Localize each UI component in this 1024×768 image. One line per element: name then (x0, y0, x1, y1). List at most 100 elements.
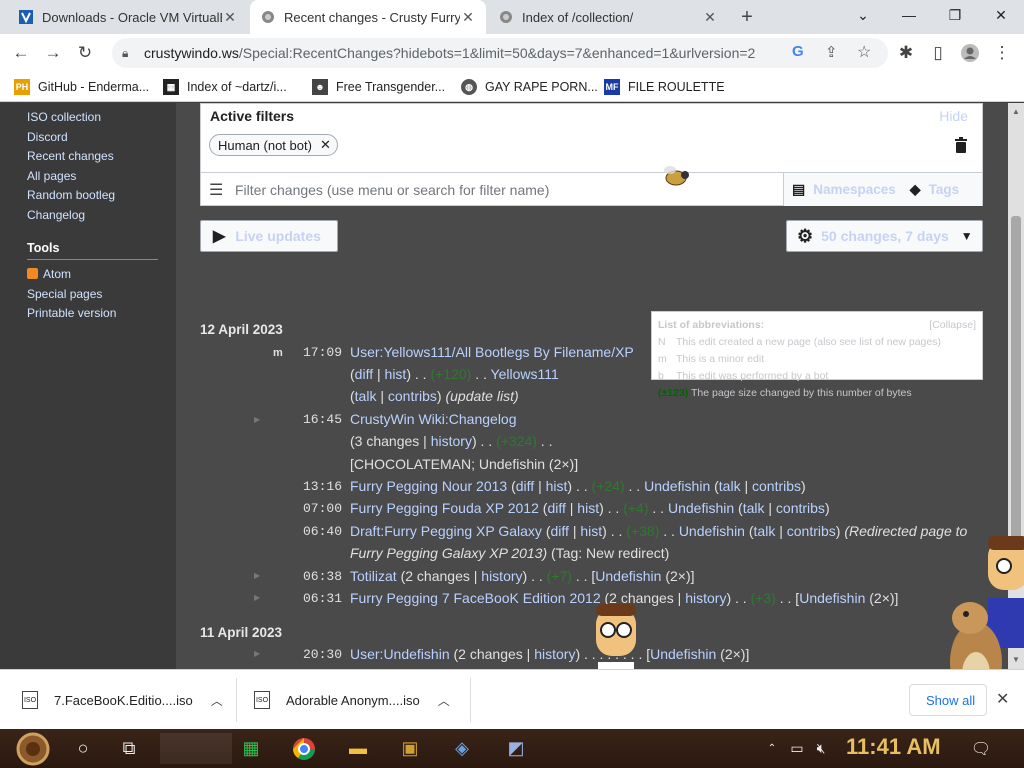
start-button-icon[interactable] (10, 732, 56, 765)
user-link[interactable]: Yellows111 (491, 366, 559, 382)
notifications-icon[interactable]: 🗨︎ (968, 733, 994, 764)
expand-arrow-icon[interactable]: ▶ (254, 415, 260, 424)
sidebar-item-atom[interactable]: Atom (43, 267, 71, 281)
side-panel-icon[interactable]: ▯ (925, 40, 951, 66)
page-link[interactable]: Furry Pegging Fouda XP 2012 (350, 500, 539, 516)
remove-filter-icon[interactable]: ✕ (320, 137, 331, 153)
user-link[interactable]: Undefishin (650, 646, 716, 662)
hist-link[interactable]: hist (385, 366, 407, 382)
history-link[interactable]: history (481, 568, 522, 584)
address-bar[interactable]: 🔒︎ crustywindo.ws/Special:RecentChanges?… (112, 38, 888, 68)
close-icon[interactable]: ✕ (996, 689, 1009, 709)
close-icon[interactable]: ✕ (460, 9, 476, 26)
show-all-button[interactable]: Show all (909, 684, 987, 716)
google-icon[interactable]: G (792, 43, 804, 60)
bookmark-index-dartz[interactable]: ▦ Index of ~dartz/i... (163, 78, 287, 96)
hide-link[interactable]: Hide (939, 108, 968, 124)
menu-icon[interactable]: ☰ (209, 180, 229, 200)
file-explorer-icon[interactable]: ▬ (342, 733, 374, 764)
search-circle-icon[interactable]: ○ (66, 733, 100, 764)
scrollbar-thumb[interactable] (1011, 216, 1021, 546)
bookmark-github[interactable]: PH GitHub - Enderma... (14, 78, 149, 96)
extensions-icon[interactable]: ✱ (893, 40, 919, 66)
close-icon[interactable]: ✕ (222, 9, 238, 26)
app-icon[interactable]: ◩ (500, 733, 532, 764)
close-window-button[interactable]: ✕ (978, 0, 1024, 30)
contribs-link[interactable]: contribs (752, 478, 801, 494)
diff-link[interactable]: diff (355, 366, 373, 382)
namespaces-button[interactable]: Namespaces (813, 182, 896, 197)
hist-link[interactable]: hist (580, 523, 602, 539)
bookmark-star-icon[interactable]: ☆ (857, 42, 871, 62)
page-link[interactable]: User:Yellows111/All Bootlegs By Filename… (350, 344, 634, 360)
filter-search-input[interactable]: ☰ Filter changes (use menu or search for… (201, 173, 783, 206)
talk-link[interactable]: talk (719, 478, 741, 494)
bookmark-free-transgender[interactable]: ☻ Free Transgender... (312, 78, 445, 96)
sidebar-item-all-pages[interactable]: All pages (27, 169, 76, 183)
sidebar-item-recent-changes[interactable]: Recent changes (27, 149, 114, 163)
collapse-link[interactable]: [Collapse] (929, 317, 976, 334)
close-icon[interactable]: ✕ (702, 9, 718, 26)
tab-index-collection[interactable]: Index of /collection/ ✕ (488, 0, 728, 34)
user-link[interactable]: Undefishin (595, 568, 661, 584)
chevron-up-icon[interactable]: ︿ (438, 692, 450, 709)
tab-recent-changes[interactable]: Recent changes - Crusty Furry ✕ (250, 0, 486, 34)
history-link[interactable]: history (431, 433, 472, 449)
diff-link[interactable]: diff (547, 500, 565, 516)
volume-muted-icon[interactable]: 🔇︎ (810, 733, 832, 764)
user-list[interactable]: CHOCOLATEMAN; Undefishin (354, 456, 545, 472)
sidebar-item-random-bootleg[interactable]: Random bootleg (27, 188, 115, 202)
minimize-button[interactable]: — (886, 0, 932, 30)
download-item[interactable]: ISO Adorable Anonym....iso ︿ (254, 670, 450, 730)
task-view-icon[interactable]: ⧉ (112, 733, 146, 764)
network-icon[interactable]: ▭ (786, 733, 808, 764)
talk-link[interactable]: talk (355, 388, 377, 404)
diff-link[interactable]: diff (551, 523, 569, 539)
hist-link[interactable]: hist (577, 500, 599, 516)
user-link[interactable]: Undefishin (679, 523, 745, 539)
chevron-up-icon[interactable]: ︿ (211, 692, 223, 709)
talk-link[interactable]: talk (743, 500, 765, 516)
sidebar-item-discord[interactable]: Discord (27, 130, 68, 144)
sidebar-item-changelog[interactable]: Changelog (27, 208, 85, 222)
bookmark-file-roulette[interactable]: MF FILE ROULETTE (604, 78, 725, 96)
contribs-link[interactable]: contribs (776, 500, 825, 516)
share-icon[interactable]: ⇪ (825, 43, 838, 61)
diff-link[interactable]: diff (516, 478, 534, 494)
expand-arrow-icon[interactable]: ▶ (254, 649, 260, 658)
page-link[interactable]: Draft:Furry Pegging XP Galaxy (350, 523, 542, 539)
filter-chip-human[interactable]: Human (not bot) ✕ (209, 134, 338, 156)
trash-icon[interactable] (954, 136, 968, 159)
talk-link[interactable]: talk (754, 523, 776, 539)
user-link[interactable]: Undefishin (668, 500, 734, 516)
clock[interactable]: 11:41 AM (846, 734, 941, 760)
page-link[interactable]: Totilizat (350, 568, 397, 584)
sidebar-item-printable-version[interactable]: Printable version (27, 306, 116, 320)
bookmark-globe-site[interactable]: ◍ GAY RAPE PORN... (461, 78, 598, 96)
menu-kebab-icon[interactable]: ⋮ (989, 40, 1015, 66)
history-link[interactable]: history (534, 646, 575, 662)
chrome-icon[interactable] (288, 733, 320, 764)
virtualbox-taskbar-icon[interactable]: ◈ (446, 733, 478, 764)
contribs-link[interactable]: contribs (787, 523, 836, 539)
spreadsheet-app-icon[interactable]: ▦ (236, 733, 266, 764)
page-link[interactable]: Furry Pegging Nour 2013 (350, 478, 507, 494)
download-item[interactable]: ISO 7.FaceBooK.Editio....iso ︿ (22, 670, 223, 730)
taskbar-slot[interactable] (160, 733, 232, 764)
reload-icon[interactable]: ↻ (72, 40, 98, 66)
sidebar-item-special-pages[interactable]: Special pages (27, 287, 102, 301)
user-link[interactable]: Undefishin (644, 478, 710, 494)
changes-settings-button[interactable]: ⚙ 50 changes, 7 days ▼ (786, 220, 983, 252)
tags-button[interactable]: Tags (929, 182, 960, 197)
scroll-up-icon[interactable]: ▲ (1012, 107, 1020, 116)
user-link[interactable]: Undefishin (799, 590, 865, 606)
sidebar-item-iso-collection[interactable]: ISO collection (27, 110, 101, 124)
contribs-link[interactable]: contribs (388, 388, 437, 404)
forward-arrow-icon[interactable]: → (40, 40, 66, 66)
tab-search-icon[interactable]: ⌄ (840, 0, 886, 30)
page-link[interactable]: Furry Pegging 7 FaceBooK Edition 2012 (350, 590, 601, 606)
restore-button[interactable]: ❐ (932, 0, 978, 30)
new-tab-button[interactable]: + (734, 4, 760, 30)
page-link[interactable]: User:Undefishin (350, 646, 450, 662)
expand-arrow-icon[interactable]: ▶ (254, 571, 260, 580)
